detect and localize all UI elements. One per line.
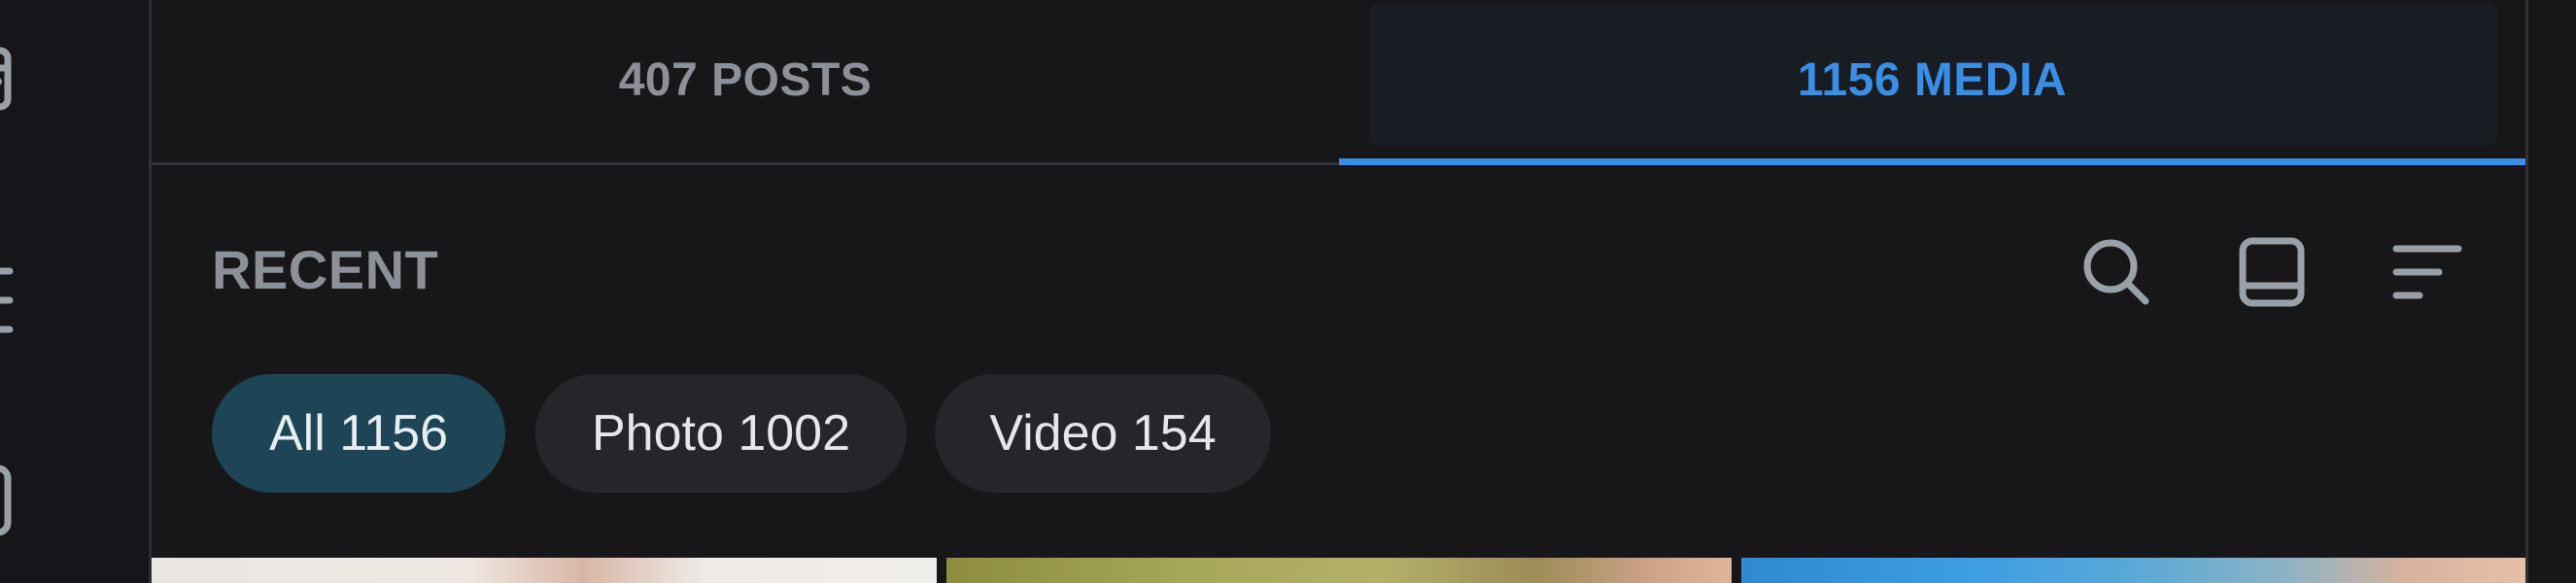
media-thumbnail[interactable] — [946, 558, 1732, 583]
sort-icon — [2392, 245, 2462, 299]
layout-button[interactable] — [2233, 233, 2311, 311]
layout-icon — [2239, 237, 2305, 307]
menu-icon[interactable] — [0, 257, 44, 345]
filter-chip-all[interactable]: All 1156 — [212, 374, 505, 493]
filter-chip-video[interactable]: Video 154 — [935, 374, 1271, 493]
media-panel: 407 POSTS 1156 MEDIA RECENT All 1156 Pho… — [152, 0, 2525, 583]
section-title: RECENT — [212, 239, 439, 300]
media-page: 407 POSTS 1156 MEDIA RECENT All 1156 Pho… — [0, 0, 2576, 583]
sort-button[interactable] — [2388, 233, 2466, 311]
right-gutter — [2528, 0, 2576, 583]
tab-posts-label: 407 POSTS — [618, 54, 873, 106]
calendar-icon[interactable] — [0, 39, 44, 126]
tab-posts[interactable]: 407 POSTS — [152, 0, 1339, 160]
filter-chip-all-label: All 1156 — [268, 405, 449, 462]
statistics-icon[interactable] — [0, 457, 44, 544]
left-rail — [0, 0, 149, 583]
tab-bar: 407 POSTS 1156 MEDIA — [152, 0, 2525, 165]
tab-media[interactable]: 1156 MEDIA — [1339, 0, 2525, 160]
tab-active-indicator — [1339, 158, 2525, 165]
filter-chip-photo-label: Photo 1002 — [591, 405, 851, 462]
search-button[interactable] — [2078, 233, 2155, 311]
filter-chip-photo[interactable]: Photo 1002 — [535, 374, 907, 493]
media-thumbnail[interactable] — [1741, 558, 2525, 583]
search-icon — [2083, 239, 2149, 305]
filter-chip-video-label: Video 154 — [989, 405, 1217, 462]
tab-media-label: 1156 MEDIA — [1797, 54, 2068, 106]
media-thumbnail[interactable] — [152, 558, 937, 583]
